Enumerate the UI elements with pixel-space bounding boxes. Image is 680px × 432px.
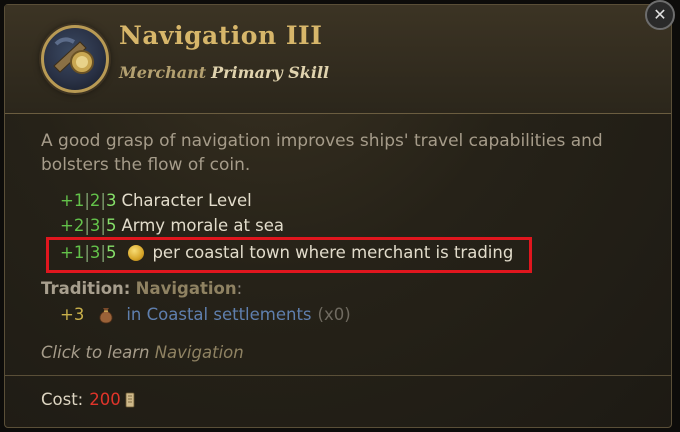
- bonus-value-2: 3: [89, 216, 101, 235]
- scroll-icon: [125, 392, 135, 408]
- skill-type: Primary Skill: [211, 63, 330, 82]
- tradition-bonus-row: +3 in Coastal settlements (x0): [60, 305, 351, 324]
- cost-line: Cost: 200: [41, 390, 135, 409]
- divider: [5, 375, 671, 376]
- navigation-skill-icon: [41, 25, 109, 93]
- money-bag-icon: [98, 306, 114, 324]
- bonus-value-1: +1: [60, 191, 85, 210]
- tradition-line: Tradition: Navigation:: [41, 279, 242, 298]
- bonus-row: +2 | 3 | 5 Army morale at sea: [60, 216, 285, 235]
- tradition-colon: :: [236, 279, 243, 298]
- close-icon: ✕: [653, 5, 667, 24]
- bonus-row: +1 | 2 | 3 Character Level: [60, 191, 252, 210]
- bonus-value-3: 5: [105, 216, 117, 235]
- learn-prefix: Click to learn: [41, 343, 150, 362]
- tradition-condition[interactable]: in Coastal settlements: [126, 305, 311, 324]
- highlight-box: [46, 237, 532, 273]
- skill-title: Navigation III: [119, 21, 323, 50]
- learn-skill-name: Navigation: [154, 343, 244, 362]
- bonus-label: Character Level: [121, 191, 252, 210]
- skill-description: A good grasp of navigation improves ship…: [41, 131, 603, 175]
- tradition-name[interactable]: Navigation: [136, 279, 237, 298]
- tradition-bonus-value: +3: [60, 305, 85, 324]
- tradition-count: (x0): [317, 305, 351, 324]
- bonus-value-3: 3: [105, 191, 117, 210]
- tradition-label: Tradition:: [41, 279, 131, 298]
- learn-prompt[interactable]: Click to learn Navigation: [41, 343, 244, 362]
- cost-label: Cost:: [41, 390, 84, 409]
- skill-subtitle: Merchant Primary Skill: [119, 63, 329, 82]
- bonus-label: Army morale at sea: [121, 216, 285, 235]
- skill-tooltip: Navigation III Merchant Primary Skill A g…: [4, 4, 672, 428]
- cost-value: 200: [89, 390, 121, 409]
- skill-class: Merchant: [119, 63, 207, 82]
- bonus-value-2: 2: [89, 191, 101, 210]
- bonus-value-1: +2: [60, 216, 85, 235]
- close-button[interactable]: ✕: [645, 0, 675, 30]
